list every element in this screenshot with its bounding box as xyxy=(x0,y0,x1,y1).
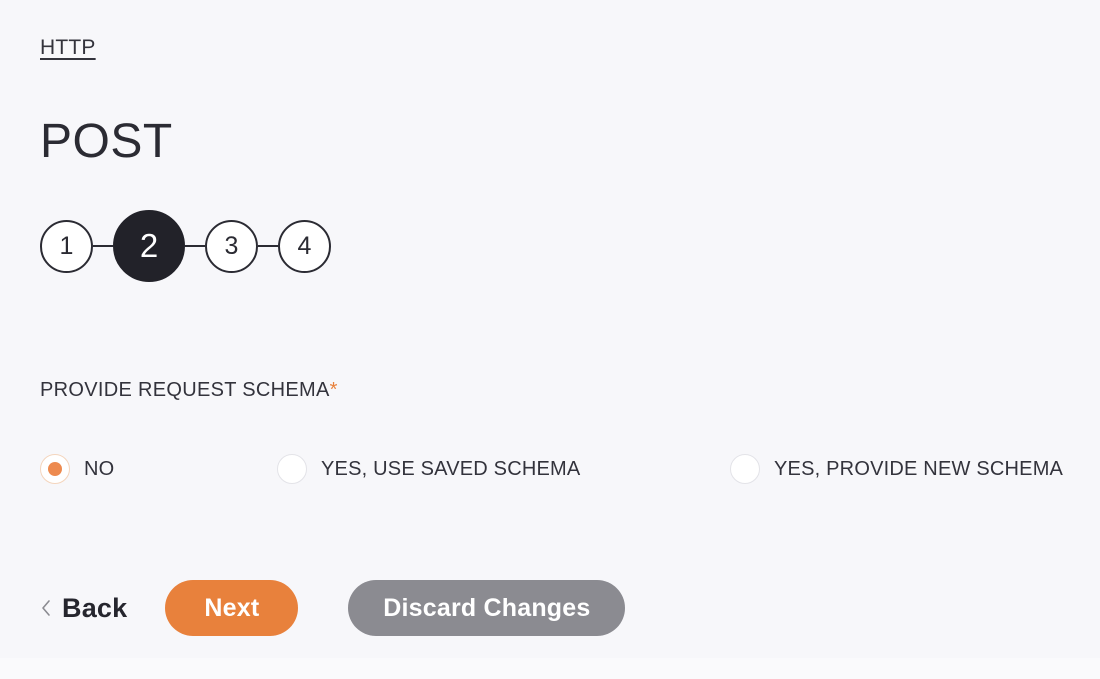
stepper-connector-2 xyxy=(185,245,205,247)
back-button-label: Back xyxy=(62,593,128,623)
stepper-connector-3 xyxy=(258,245,278,247)
stepper-step-1-label: 1 xyxy=(59,231,74,260)
wizard-page: HTTP POST 1 2 3 4 PROVIDE REQUEST SCHEMA… xyxy=(0,0,1100,679)
radio-option-no[interactable]: NO xyxy=(40,448,114,490)
field-label-provide-request-schema: PROVIDE REQUEST SCHEMA* xyxy=(40,376,338,404)
radio-option-yes-use-saved-schema[interactable]: YES, USE SAVED SCHEMA xyxy=(277,448,580,490)
next-button-label: Next xyxy=(204,593,260,622)
stepper-step-4[interactable]: 4 xyxy=(278,219,331,273)
radio-circle-no[interactable] xyxy=(40,454,70,484)
field-label-text: PROVIDE REQUEST SCHEMA xyxy=(40,379,330,401)
radio-label-yes-use-saved-schema: YES, USE SAVED SCHEMA xyxy=(321,458,581,480)
stepper-step-4-label: 4 xyxy=(297,231,312,260)
radio-circle-yes-provide-new-schema[interactable] xyxy=(730,454,760,484)
action-bar: Back Next Discard Changes xyxy=(40,580,626,636)
radio-dot-no xyxy=(48,462,62,476)
stepper-step-3[interactable]: 3 xyxy=(205,219,258,273)
page-title: POST xyxy=(40,115,173,168)
radio-group-provide-request-schema: NO YES, USE SAVED SCHEMA YES, PROVIDE NE… xyxy=(40,448,1070,490)
required-asterisk: * xyxy=(329,379,338,401)
stepper-step-3-label: 3 xyxy=(224,231,239,260)
stepper-connector-1 xyxy=(93,245,113,247)
stepper-step-2-label: 2 xyxy=(139,227,159,264)
stepper-step-2[interactable]: 2 xyxy=(113,210,185,282)
radio-option-yes-provide-new-schema[interactable]: YES, PROVIDE NEW SCHEMA xyxy=(730,448,1063,490)
discard-changes-button[interactable]: Discard Changes xyxy=(348,580,626,636)
next-button[interactable]: Next xyxy=(165,580,299,636)
wizard-stepper: 1 2 3 4 xyxy=(40,209,331,283)
radio-label-yes-provide-new-schema: YES, PROVIDE NEW SCHEMA xyxy=(774,458,1064,480)
breadcrumb-link-http[interactable]: HTTP xyxy=(40,34,96,62)
discard-changes-button-label: Discard Changes xyxy=(383,593,591,622)
back-button[interactable]: Back xyxy=(40,592,127,624)
stepper-step-1[interactable]: 1 xyxy=(40,219,93,273)
chevron-left-icon xyxy=(42,600,50,616)
bottom-band xyxy=(0,658,1100,679)
radio-circle-yes-use-saved-schema[interactable] xyxy=(277,454,307,484)
radio-label-no: NO xyxy=(84,458,115,480)
